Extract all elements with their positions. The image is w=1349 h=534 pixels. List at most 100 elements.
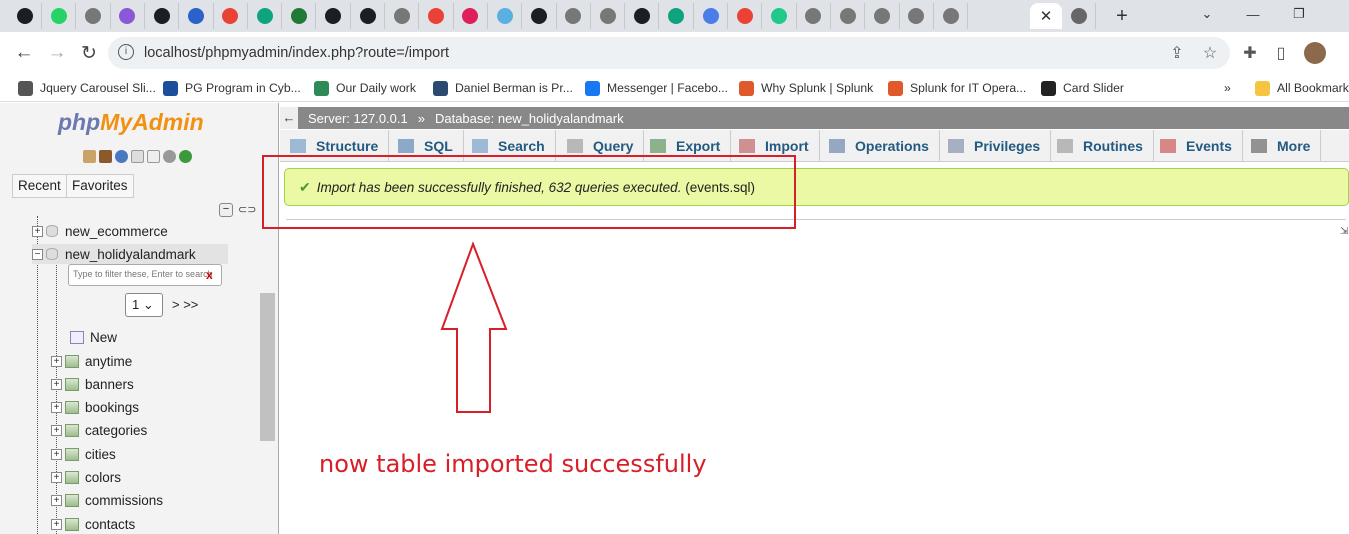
browser-tab[interactable] <box>557 3 591 29</box>
link-with-main-icon[interactable]: ⊂⊃ <box>238 203 256 217</box>
browser-tab[interactable] <box>317 3 351 29</box>
new-table-link[interactable]: New <box>70 327 117 347</box>
expand-icon[interactable]: + <box>51 495 62 507</box>
table-label[interactable]: bookings <box>85 400 139 415</box>
expand-icon[interactable]: + <box>51 448 62 460</box>
browser-tab[interactable] <box>8 3 42 29</box>
url-text[interactable]: localhost/phpmyadmin/index.php?route=/im… <box>144 45 449 61</box>
bookmark-item[interactable]: PG Program in Cyb... <box>163 79 301 97</box>
table-node[interactable]: + commissions <box>51 491 163 511</box>
bookmark-item[interactable]: Jquery Carousel Sli... <box>18 79 156 97</box>
page-select[interactable]: 1 ⌄ <box>125 293 163 317</box>
url-bar[interactable]: i localhost/phpmyadmin/index.php?route=/… <box>108 37 1230 69</box>
browser-tab[interactable] <box>385 3 420 29</box>
table-label[interactable]: categories <box>85 423 147 438</box>
table-label[interactable]: cities <box>85 447 116 462</box>
all-bookmarks[interactable]: All Bookmarks <box>1255 79 1349 97</box>
browser-tab[interactable] <box>591 3 626 29</box>
browser-tab[interactable] <box>900 3 934 29</box>
browser-tab[interactable] <box>488 3 523 29</box>
phpmyadmin-logo[interactable]: phpMyAdmin <box>58 109 204 136</box>
tab-more[interactable]: More <box>1241 130 1322 162</box>
browser-tab[interactable] <box>454 3 488 29</box>
tab-events[interactable]: Events <box>1150 130 1243 162</box>
page-settings-icon[interactable]: ⇲ <box>1340 226 1349 238</box>
table-label[interactable]: commissions <box>85 493 163 508</box>
back-icon[interactable]: ← <box>12 41 36 65</box>
home-icon[interactable] <box>83 150 96 163</box>
active-tab[interactable]: ✕ <box>1030 3 1062 29</box>
recent-button[interactable]: Recent <box>12 174 67 198</box>
table-node[interactable]: + banners <box>51 374 134 394</box>
expand-icon[interactable]: + <box>51 355 62 367</box>
tab-operations[interactable]: Operations <box>819 130 940 162</box>
browser-tab[interactable] <box>180 3 214 29</box>
expand-icon[interactable]: + <box>51 425 62 437</box>
table-node[interactable]: + bookings <box>51 398 139 418</box>
table-label[interactable]: anytime <box>85 354 132 369</box>
table-node[interactable]: + contacts <box>51 514 135 534</box>
favorites-button[interactable]: Favorites <box>66 174 134 198</box>
db-label[interactable]: new_holidyalandmark <box>65 247 196 262</box>
table-node[interactable]: + colors <box>51 468 121 488</box>
browser-tab[interactable] <box>728 3 763 29</box>
table-filter-input[interactable]: Type to filter these, Enter to search <box>68 264 222 286</box>
browser-tab[interactable] <box>523 3 557 29</box>
expand-icon[interactable]: + <box>32 225 43 237</box>
tab-chrome[interactable] <box>1062 3 1096 29</box>
gear-icon[interactable] <box>163 150 176 163</box>
close-tab-icon[interactable]: ✕ <box>1040 7 1053 25</box>
back-arrow-icon[interactable]: ← <box>280 107 298 129</box>
browser-tab[interactable] <box>77 3 111 29</box>
breadcrumb-server[interactable]: Server: 127.0.0.1 <box>308 111 408 126</box>
bookmark-item[interactable]: Splunk for IT Opera... <box>888 79 1026 97</box>
clear-filter-button[interactable]: x <box>206 268 213 282</box>
tab-privileges[interactable]: Privileges <box>938 130 1052 162</box>
browser-tab[interactable] <box>831 3 866 29</box>
browser-tab[interactable] <box>625 3 660 29</box>
sidebar-scrollbar[interactable] <box>260 293 275 441</box>
copy-icon[interactable] <box>147 150 160 163</box>
browser-tab[interactable] <box>660 3 694 29</box>
browser-tab[interactable] <box>111 3 145 29</box>
db-label[interactable]: new_ecommerce <box>65 224 168 239</box>
side-panel-icon[interactable]: ▯ <box>1271 43 1291 63</box>
table-label[interactable]: banners <box>85 377 134 392</box>
restore-icon[interactable]: ❐ <box>1284 4 1314 24</box>
browser-tab[interactable] <box>797 3 831 29</box>
reload-nav-icon[interactable] <box>179 150 192 163</box>
bookmark-item[interactable]: Why Splunk | Splunk <box>739 79 873 97</box>
browser-tab[interactable] <box>420 3 454 29</box>
browser-tab[interactable] <box>282 3 317 29</box>
profile-avatar[interactable] <box>1304 42 1326 64</box>
breadcrumb-database[interactable]: Database: new_holidyalandmark <box>435 111 624 126</box>
browser-tab[interactable] <box>866 3 900 29</box>
table-node[interactable]: + categories <box>51 421 147 441</box>
browser-tab[interactable] <box>248 3 283 29</box>
expand-icon[interactable]: + <box>51 402 62 414</box>
browser-tab[interactable] <box>42 3 77 29</box>
new-label[interactable]: New <box>90 330 117 345</box>
minimize-icon[interactable]: — <box>1238 4 1268 24</box>
bookmark-item[interactable]: Messenger | Facebo... <box>585 79 728 97</box>
bookmark-item[interactable]: Card Slider <box>1041 79 1124 97</box>
db-node-new-ecommerce[interactable]: + new_ecommerce <box>32 221 168 241</box>
reload-icon[interactable]: ↻ <box>77 41 101 65</box>
new-tab-button[interactable]: + <box>1110 3 1134 29</box>
bookmark-item[interactable]: Our Daily work <box>314 79 416 97</box>
browser-tab[interactable] <box>763 3 797 29</box>
browser-tab[interactable] <box>351 3 385 29</box>
bookmark-item[interactable]: Daniel Berman is Pr... <box>433 79 573 97</box>
page-nav-links[interactable]: > >> <box>172 297 198 312</box>
browser-tab[interactable] <box>214 3 248 29</box>
tab-search-icon[interactable]: ⌄ <box>1192 4 1222 24</box>
help-icon[interactable] <box>115 150 128 163</box>
db-node-new-holidyalandmark[interactable]: − new_holidyalandmark <box>32 244 228 264</box>
table-node[interactable]: + cities <box>51 444 116 464</box>
expand-icon[interactable]: + <box>51 472 62 483</box>
bookmarks-overflow-icon[interactable]: » <box>1224 79 1231 97</box>
table-label[interactable]: contacts <box>85 517 135 532</box>
browser-tab[interactable] <box>145 3 180 29</box>
extensions-icon[interactable]: ✚ <box>1240 43 1260 63</box>
expand-icon[interactable]: + <box>51 378 62 390</box>
